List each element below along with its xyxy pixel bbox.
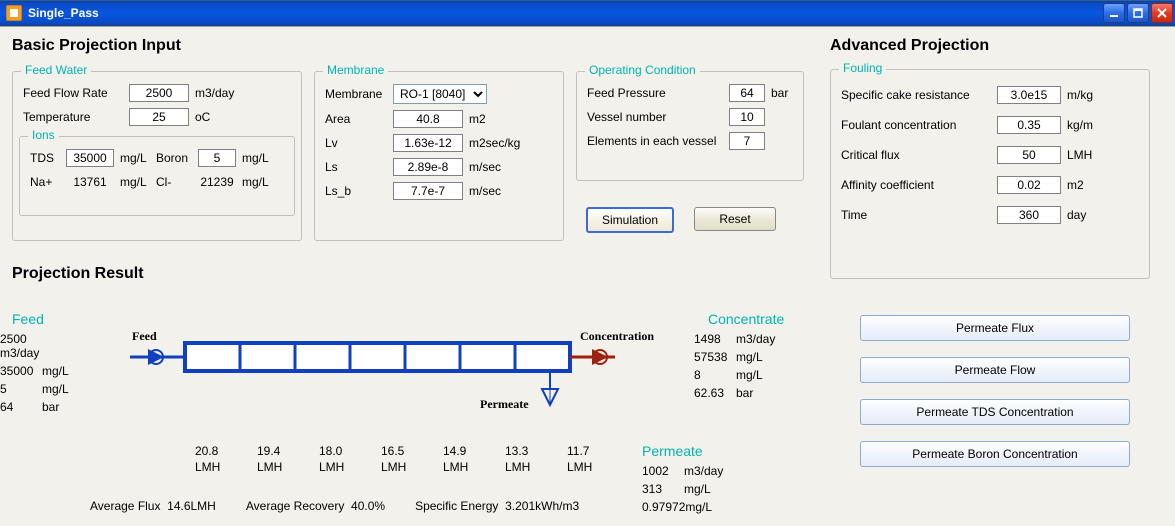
critical-flux-input[interactable]: [997, 146, 1061, 164]
cake-label: Specific cake resistance: [841, 88, 991, 102]
maximize-button[interactable]: [1127, 3, 1149, 23]
ls-input[interactable]: [393, 158, 463, 176]
app-icon: [6, 5, 22, 21]
na-unit: mg/L: [120, 175, 150, 189]
basic-input-heading: Basic Projection Input: [12, 37, 812, 55]
cake-input[interactable]: [997, 86, 1061, 104]
feed-pressure-input[interactable]: [729, 84, 765, 102]
membrane-group: Membrane Membrane RO-1 [8040] Area m2 Lv…: [314, 71, 564, 241]
foulant-label: Foulant concentration: [841, 118, 991, 132]
affinity-unit: m2: [1067, 178, 1084, 192]
na-label: Na+: [30, 175, 60, 189]
cl-unit: mg/L: [242, 175, 269, 189]
feed-result-values: 2500m3/day 35000mg/L 5mg/L 64bar: [0, 332, 80, 418]
vessel-diagram: Feed Concentration Permeate: [130, 327, 670, 407]
boron-input[interactable]: [198, 149, 236, 167]
ions-group: Ions TDS mg/L Boron mg/L Na+ 13761 mg/L …: [19, 136, 295, 216]
operating-group: Operating Condition Feed Pressure bar Ve…: [576, 71, 804, 181]
summary-row: Average Flux 14.6LMH Average Recovery 40…: [90, 499, 579, 513]
operating-legend: Operating Condition: [585, 63, 700, 77]
na-value: 13761: [66, 175, 114, 189]
area-label: Area: [325, 112, 387, 126]
lv-label: Lv: [325, 136, 387, 150]
feed-flow-label: Feed Flow Rate: [23, 86, 123, 100]
temperature-unit: oC: [195, 110, 210, 124]
tds-label: TDS: [30, 151, 60, 165]
close-button[interactable]: [1151, 3, 1173, 23]
vessel-number-label: Vessel number: [587, 110, 723, 124]
lmh-values: 20.8LMH 19.4LMH 18.0LMH 16.5LMH 14.9LMH …: [195, 443, 607, 475]
projection-result-heading: Projection Result: [12, 265, 144, 283]
foulant-unit: kg/m: [1067, 118, 1093, 132]
area-unit: m2: [469, 112, 486, 126]
permeate-flux-button[interactable]: Permeate Flux: [860, 315, 1130, 341]
membrane-legend: Membrane: [323, 63, 388, 77]
fouling-legend: Fouling: [839, 61, 886, 75]
lv-input[interactable]: [393, 134, 463, 152]
advanced-heading: Advanced Projection: [830, 37, 1160, 55]
tds-unit: mg/L: [120, 151, 150, 165]
lv-unit: m2sec/kg: [469, 136, 520, 150]
lsb-input[interactable]: [393, 182, 463, 200]
window-title: Single_Pass: [28, 0, 99, 26]
feed-flow-input[interactable]: [129, 84, 189, 102]
affinity-input[interactable]: [997, 176, 1061, 194]
feed-flow-unit: m3/day: [195, 86, 234, 100]
feed-result-heading: Feed: [12, 311, 44, 327]
minimize-button[interactable]: [1103, 3, 1125, 23]
time-label: Time: [841, 208, 991, 222]
ls-label: Ls: [325, 160, 387, 174]
feed-pressure-label: Feed Pressure: [587, 86, 723, 100]
tds-input[interactable]: [66, 149, 114, 167]
temperature-label: Temperature: [23, 110, 123, 124]
cl-label: Cl-: [156, 175, 192, 189]
fouling-group: Fouling Specific cake resistance m/kg Fo…: [830, 69, 1150, 279]
elements-label: Elements in each vessel: [587, 134, 723, 148]
lsb-unit: m/sec: [469, 184, 501, 198]
membrane-label: Membrane: [325, 87, 387, 101]
boron-label: Boron: [156, 151, 192, 165]
permeate-flow-button[interactable]: Permeate Flow: [860, 357, 1130, 383]
simulation-button[interactable]: Simulation: [586, 207, 674, 233]
time-unit: day: [1067, 208, 1086, 222]
permeate-tds-button[interactable]: Permeate TDS Concentration: [860, 399, 1130, 425]
titlebar: Single_Pass: [0, 0, 1175, 26]
concentrate-values: 1498m3/day 57538mg/L 8mg/L 62.63bar: [694, 332, 775, 404]
ls-unit: m/sec: [469, 160, 501, 174]
foulant-input[interactable]: [997, 116, 1061, 134]
feed-pressure-unit: bar: [771, 86, 788, 100]
temperature-input[interactable]: [129, 108, 189, 126]
lsb-label: Ls_b: [325, 184, 387, 198]
affinity-label: Affinity coefficient: [841, 178, 991, 192]
boron-unit: mg/L: [242, 151, 269, 165]
time-input[interactable]: [997, 206, 1061, 224]
critical-flux-label: Critical flux: [841, 148, 991, 162]
membrane-select[interactable]: RO-1 [8040]: [393, 84, 487, 104]
cl-value: 21239: [198, 175, 236, 189]
permeate-boron-button[interactable]: Permeate Boron Concentration: [860, 441, 1130, 467]
feed-water-group: Feed Water Feed Flow Rate m3/day Tempera…: [12, 71, 302, 241]
vessel-number-input[interactable]: [729, 108, 765, 126]
elements-input[interactable]: [729, 132, 765, 150]
permeate-heading: Permeate: [642, 443, 703, 459]
concentrate-heading: Concentrate: [708, 311, 784, 327]
ions-legend: Ions: [28, 128, 59, 142]
permeate-values: 1002m3/day 313mg/L 0.97972mg/L: [642, 464, 723, 518]
feed-water-legend: Feed Water: [21, 63, 91, 77]
reset-button[interactable]: Reset: [694, 207, 776, 231]
area-input[interactable]: [393, 110, 463, 128]
critical-flux-unit: LMH: [1067, 148, 1092, 162]
cake-unit: m/kg: [1067, 88, 1093, 102]
